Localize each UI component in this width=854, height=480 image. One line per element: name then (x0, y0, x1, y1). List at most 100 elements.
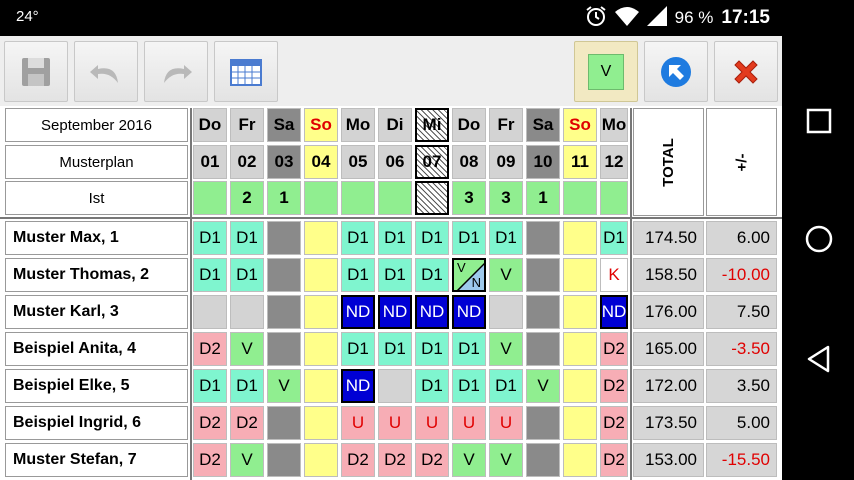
shift-cell[interactable] (304, 406, 338, 440)
shift-cell[interactable] (193, 295, 227, 329)
shift-cell[interactable]: ND (341, 295, 375, 329)
shift-cell[interactable]: K (600, 258, 628, 292)
shift-cell[interactable] (304, 332, 338, 366)
shift-cell[interactable] (563, 221, 597, 255)
shift-cell[interactable]: D1 (415, 258, 449, 292)
shift-cell[interactable]: D1 (378, 258, 412, 292)
shift-cell[interactable] (563, 369, 597, 403)
home-icon[interactable] (804, 224, 834, 254)
shift-cell[interactable]: D2 (230, 406, 264, 440)
day-number[interactable]: 01 (193, 145, 227, 179)
shift-cell[interactable]: D2 (415, 443, 449, 477)
employee-name[interactable]: Beispiel Ingrid, 6 (5, 406, 188, 440)
shift-cell[interactable]: D2 (600, 332, 628, 366)
shift-cell[interactable] (563, 295, 597, 329)
shift-cell[interactable]: D2 (600, 406, 628, 440)
shift-cell[interactable] (230, 295, 264, 329)
day-number[interactable]: 08 (452, 145, 486, 179)
calendar-button[interactable] (214, 41, 278, 102)
shift-cell[interactable]: D1 (341, 221, 375, 255)
save-button[interactable] (4, 41, 68, 102)
shift-cell[interactable]: D1 (415, 332, 449, 366)
shift-cell[interactable]: V (526, 369, 560, 403)
shift-cell[interactable] (304, 258, 338, 292)
day-number[interactable]: 10 (526, 145, 560, 179)
employee-name[interactable]: Beispiel Elke, 5 (5, 369, 188, 403)
shift-cell[interactable]: D1 (193, 369, 227, 403)
recents-icon[interactable] (804, 106, 834, 136)
shift-cell[interactable]: D1 (193, 258, 227, 292)
shift-cell[interactable]: D1 (415, 369, 449, 403)
employee-name[interactable]: Beispiel Anita, 4 (5, 332, 188, 366)
employee-name[interactable]: Muster Karl, 3 (5, 295, 188, 329)
back-icon[interactable] (804, 344, 834, 374)
shift-cell[interactable]: D2 (341, 443, 375, 477)
shift-cell[interactable] (526, 406, 560, 440)
shift-cell[interactable]: U (378, 406, 412, 440)
shift-cell[interactable]: D1 (230, 221, 264, 255)
shift-cell[interactable] (563, 258, 597, 292)
shift-cell[interactable] (563, 406, 597, 440)
shift-cell[interactable] (267, 221, 301, 255)
day-number[interactable]: 02 (230, 145, 264, 179)
shift-type-selector[interactable]: V (574, 41, 638, 102)
shift-cell[interactable]: ND (452, 295, 486, 329)
shift-cell[interactable]: D1 (378, 221, 412, 255)
shift-cell[interactable] (489, 295, 523, 329)
shift-cell[interactable] (304, 221, 338, 255)
shift-cell[interactable]: ND (600, 295, 628, 329)
shift-cell[interactable]: U (341, 406, 375, 440)
shift-cell[interactable] (526, 332, 560, 366)
day-number[interactable]: 03 (267, 145, 301, 179)
day-number[interactable]: 09 (489, 145, 523, 179)
redo-button[interactable] (144, 41, 208, 102)
day-number[interactable]: 06 (378, 145, 412, 179)
shift-cell[interactable]: VN (452, 258, 486, 292)
shift-cell[interactable] (267, 332, 301, 366)
close-button[interactable] (714, 41, 778, 102)
shift-cell[interactable] (267, 443, 301, 477)
shift-cell[interactable] (526, 295, 560, 329)
plan-name[interactable]: Musterplan (5, 145, 188, 179)
shift-cell[interactable]: D1 (600, 221, 628, 255)
day-number[interactable]: 12 (600, 145, 628, 179)
shift-cell[interactable] (526, 258, 560, 292)
shift-cell[interactable]: V (489, 258, 523, 292)
shift-cell[interactable]: D1 (452, 369, 486, 403)
shift-cell[interactable] (378, 369, 412, 403)
employee-name[interactable]: Muster Max, 1 (5, 221, 188, 255)
shift-cell[interactable] (304, 369, 338, 403)
shift-cell[interactable]: D2 (193, 443, 227, 477)
shift-cell[interactable]: D2 (193, 406, 227, 440)
employee-name[interactable]: Muster Stefan, 7 (5, 443, 188, 477)
shift-cell[interactable]: D1 (489, 221, 523, 255)
shift-cell[interactable]: V (489, 443, 523, 477)
employee-name[interactable]: Muster Thomas, 2 (5, 258, 188, 292)
shift-cell[interactable] (304, 443, 338, 477)
shift-cell[interactable]: U (452, 406, 486, 440)
shift-cell[interactable]: U (415, 406, 449, 440)
shift-cell[interactable] (267, 406, 301, 440)
day-number[interactable]: 04 (304, 145, 338, 179)
shift-cell[interactable]: V (267, 369, 301, 403)
shift-cell[interactable]: D1 (415, 221, 449, 255)
shift-cell[interactable] (563, 443, 597, 477)
shift-cell[interactable]: D1 (489, 369, 523, 403)
shift-cell[interactable]: U (489, 406, 523, 440)
shift-cell[interactable]: D1 (230, 369, 264, 403)
shift-cell[interactable]: V (452, 443, 486, 477)
shift-cell[interactable] (267, 295, 301, 329)
shift-cell[interactable]: ND (415, 295, 449, 329)
shift-cell[interactable]: ND (378, 295, 412, 329)
shift-cell[interactable] (526, 443, 560, 477)
shift-cell[interactable]: V (489, 332, 523, 366)
day-number[interactable]: 05 (341, 145, 375, 179)
shift-cell[interactable]: V (230, 443, 264, 477)
shift-cell[interactable] (304, 295, 338, 329)
shift-cell[interactable]: D2 (193, 332, 227, 366)
day-number[interactable]: 07 (415, 145, 449, 179)
shift-cell[interactable]: D1 (193, 221, 227, 255)
shift-cell[interactable]: ND (341, 369, 375, 403)
shift-cell[interactable]: D1 (341, 258, 375, 292)
shift-cell[interactable]: D2 (600, 369, 628, 403)
